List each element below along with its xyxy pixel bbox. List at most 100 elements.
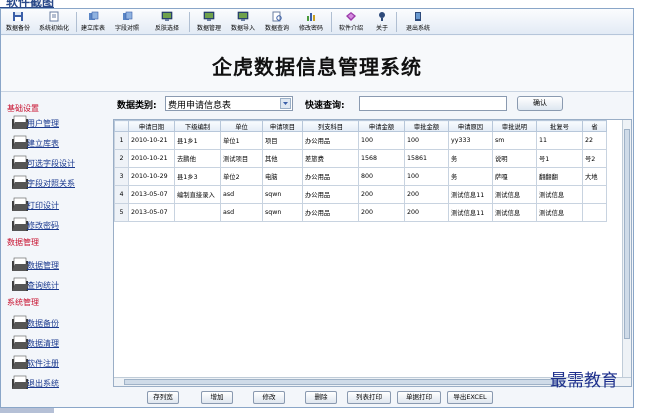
category-select[interactable]: 费用申请信息表 (165, 96, 293, 111)
table-row[interactable]: 1 2010-10-21 县1乡1 单位1 项目 办公用品 100 100 yy… (114, 131, 607, 150)
table-cell[interactable]: 号1 (536, 149, 583, 168)
table-cell[interactable]: 办公用品 (302, 167, 359, 186)
table-cell[interactable]: 200 (358, 185, 405, 204)
toolbar-init-button[interactable]: 系统初始化 (35, 10, 73, 34)
table-row[interactable]: 2 2010-10-21 去鹏他 测试项目 其他 差旅费 1568 15861 … (114, 149, 607, 168)
toolbar-data-query-button[interactable]: 数据查询 (261, 10, 293, 34)
table-cell[interactable] (582, 185, 607, 204)
table-cell[interactable]: 务 (448, 149, 493, 168)
add-button[interactable]: 增加 (201, 391, 233, 404)
table-cell[interactable]: 测试信息 (536, 185, 583, 204)
table-cell[interactable]: 县1乡1 (174, 131, 221, 150)
toolbar-about-button[interactable]: 关于 (371, 10, 393, 34)
table-cell[interactable]: 办公用品 (302, 131, 359, 150)
table-cell[interactable]: 县1乡3 (174, 167, 221, 186)
table-cell[interactable]: 单位1 (220, 131, 263, 150)
sidebar-item-data-management[interactable]: 数据管理 (11, 257, 107, 273)
sidebar-item-exit-system[interactable]: 退出系统 (11, 375, 107, 391)
toolbar-exit-button[interactable]: 退出系统 (401, 10, 435, 34)
table-cell[interactable]: 测试信息11 (448, 185, 493, 204)
table-cell[interactable]: 项目 (262, 131, 303, 150)
table-cell[interactable]: 测试信息11 (448, 203, 493, 222)
table-cell[interactable]: 100 (358, 131, 405, 150)
table-cell[interactable]: 测试信息 (492, 185, 537, 204)
column-header[interactable]: 审批金额 (404, 120, 449, 132)
table-cell[interactable]: 测试信息 (492, 203, 537, 222)
table-cell[interactable]: 11 (536, 131, 583, 150)
table-cell[interactable]: 测试信息 (536, 203, 583, 222)
table-cell[interactable]: sm (492, 131, 537, 150)
table-cell[interactable]: yy333 (448, 131, 493, 150)
sidebar-item-software-register[interactable]: 软件注册 (11, 355, 107, 371)
table-cell[interactable]: asd (220, 203, 263, 222)
sidebar-item-user-management[interactable]: 用户管理 (11, 115, 107, 131)
table-cell[interactable]: 单位2 (220, 167, 263, 186)
table-cell[interactable] (174, 203, 221, 222)
table-cell[interactable]: 办公用品 (302, 185, 359, 204)
table-cell[interactable]: 测试项目 (220, 149, 263, 168)
horizontal-scroll-thumb[interactable] (124, 379, 564, 385)
table-cell[interactable]: 2013-05-07 (128, 185, 175, 204)
confirm-button[interactable]: 确认 (517, 96, 563, 111)
toolbar-data-manage-button[interactable]: 数据管理 (193, 10, 225, 34)
table-cell[interactable]: 2010-10-29 (128, 167, 175, 186)
column-header[interactable]: 批复号 (536, 120, 583, 132)
column-header[interactable]: 审批说明 (492, 120, 537, 132)
vertical-scrollbar[interactable] (622, 120, 631, 378)
table-cell[interactable]: 22 (582, 131, 607, 150)
table-cell[interactable]: 说明 (492, 149, 537, 168)
table-cell[interactable]: 100 (404, 167, 449, 186)
sidebar-item-create-table[interactable]: 建立库表 (11, 135, 107, 151)
sidebar-item-data-cleanup[interactable]: 数据清理 (11, 335, 107, 351)
table-cell[interactable]: 翻翻翻 (536, 167, 583, 186)
export-excel-button[interactable]: 导出EXCEL (447, 391, 493, 404)
table-cell[interactable]: 去鹏他 (174, 149, 221, 168)
table-cell[interactable]: 办公用品 (302, 203, 359, 222)
table-row[interactable]: 4 2013-05-07 编制直接录入 asd sqwn 办公用品 200 20… (114, 185, 607, 204)
column-header[interactable]: 申请金额 (358, 120, 405, 132)
sidebar-item-field-mapping[interactable]: 字段对照关系 (11, 175, 107, 191)
sidebar-item-data-backup[interactable]: 数据备份 (11, 315, 107, 331)
column-header[interactable]: 申请项目 (262, 120, 303, 132)
toolbar-about-software-button[interactable]: 软件介绍 (335, 10, 367, 34)
table-cell[interactable]: 200 (404, 203, 449, 222)
sidebar-item-print-design[interactable]: 打印设计 (11, 197, 107, 213)
table-cell[interactable]: 号2 (582, 149, 607, 168)
table-cell[interactable]: 200 (358, 203, 405, 222)
table-cell[interactable]: 2013-05-07 (128, 203, 175, 222)
document-print-button[interactable]: 单据打印 (397, 391, 441, 404)
table-cell[interactable]: sqwn (262, 203, 303, 222)
table-row[interactable]: 3 2010-10-29 县1乡3 单位2 电脑 办公用品 800 100 务 … (114, 167, 607, 186)
chevron-down-icon[interactable] (280, 98, 291, 109)
table-row[interactable]: 5 2013-05-07 asd sqwn 办公用品 200 200 测试信息1… (114, 203, 607, 222)
sidebar-item-change-password[interactable]: 修改密码 (11, 217, 107, 233)
column-header[interactable]: 省 (582, 120, 607, 132)
toolbar-create-table-button[interactable]: 建立库表 (79, 10, 107, 34)
column-header[interactable]: 申请日期 (128, 120, 175, 132)
table-cell[interactable]: 1568 (358, 149, 405, 168)
sidebar-item-query-statistics[interactable]: 查询统计 (11, 277, 107, 293)
table-cell[interactable]: 200 (404, 185, 449, 204)
column-header[interactable]: 申请原因 (448, 120, 493, 132)
toolbar-skin-button[interactable]: 反肤选择 (149, 10, 185, 34)
column-header[interactable]: 下级编制 (174, 120, 221, 132)
toolbar-field-map-button[interactable]: 字段对照 (109, 10, 145, 34)
table-cell[interactable]: 萨嘎 (492, 167, 537, 186)
column-header[interactable]: 列支科目 (302, 120, 359, 132)
edit-button[interactable]: 修改 (253, 391, 285, 404)
toolbar-data-import-button[interactable]: 数据导入 (227, 10, 259, 34)
table-cell[interactable]: 编制直接录入 (174, 185, 221, 204)
table-cell[interactable]: 务 (448, 167, 493, 186)
table-cell[interactable]: 15861 (404, 149, 449, 168)
table-cell[interactable]: sqwn (262, 185, 303, 204)
search-input[interactable] (359, 96, 507, 111)
table-cell[interactable]: 电脑 (262, 167, 303, 186)
save-column-width-button[interactable]: 存列宽 (147, 391, 179, 404)
table-cell[interactable]: 2010-10-21 (128, 131, 175, 150)
table-cell[interactable]: 其他 (262, 149, 303, 168)
toolbar-change-password-button[interactable]: 修改密码 (295, 10, 327, 34)
vertical-scroll-thumb[interactable] (624, 129, 630, 339)
table-cell[interactable]: asd (220, 185, 263, 204)
table-cell[interactable]: 2010-10-21 (128, 149, 175, 168)
sidebar-item-optional-field-design[interactable]: 可选字段设计 (11, 155, 107, 171)
